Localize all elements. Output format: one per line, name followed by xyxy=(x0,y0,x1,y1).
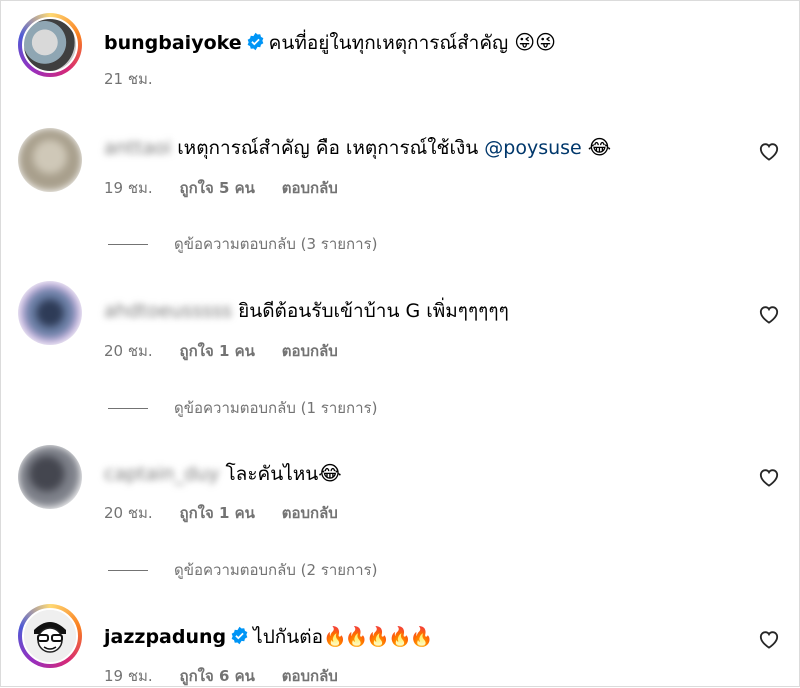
verified-badge-icon xyxy=(247,32,263,51)
timestamp[interactable]: 19 ชม. xyxy=(104,667,153,685)
likes-count[interactable]: ถูกใจ 1 คน xyxy=(179,342,254,360)
timestamp[interactable]: 20 ชม. xyxy=(104,504,153,522)
reply-button[interactable]: ตอบกลับ xyxy=(282,667,338,685)
fire-emojis: 🔥🔥🔥🔥🔥 xyxy=(323,626,433,648)
likes-count[interactable]: ถูกใจ 6 คน xyxy=(179,667,254,685)
view-replies-button[interactable]: ดูข้อความตอบกลับ (2 รายการ) xyxy=(108,558,377,582)
comment-emoji: 😂 xyxy=(318,461,342,485)
view-replies-label: ดูข้อความตอบกลับ (2 รายการ) xyxy=(174,561,378,579)
comment-text: โละคันไหน xyxy=(225,463,319,485)
caption-emoji: 😜😜 xyxy=(514,30,556,54)
avatar[interactable] xyxy=(18,445,82,509)
avatar[interactable] xyxy=(18,128,82,192)
avatar[interactable] xyxy=(18,13,82,77)
likes-count[interactable]: ถูกใจ 5 คน xyxy=(179,179,254,197)
reply-button[interactable]: ตอบกลับ xyxy=(282,179,338,197)
comment-text: ไปกันต่อ xyxy=(253,626,323,648)
view-replies-button[interactable]: ดูข้อความตอบกลับ (1 รายการ) xyxy=(108,396,377,420)
username[interactable]: captain_duy xyxy=(104,463,219,485)
username[interactable]: bungbaiyoke xyxy=(104,32,242,54)
avatar[interactable] xyxy=(18,281,82,345)
verified-badge-icon xyxy=(231,626,248,645)
comment-text: เหตุการณ์สำคัญ คือ เหตุการณ์ใช้เงิน xyxy=(177,137,479,159)
view-replies-label: ดูข้อความตอบกลับ (3 รายการ) xyxy=(174,235,378,253)
username[interactable]: ahdtoeusssss xyxy=(104,300,232,322)
username[interactable]: anttaoi xyxy=(104,137,171,159)
avatar-illustration xyxy=(24,610,76,662)
divider xyxy=(108,244,148,245)
heart-outline-icon[interactable] xyxy=(758,141,780,161)
heart-outline-icon[interactable] xyxy=(758,304,780,324)
view-replies-button[interactable]: ดูข้อความตอบกลับ (3 รายการ) xyxy=(108,232,377,256)
divider xyxy=(108,570,148,571)
caption-text: คนที่อยู่ในทุกเหตุการณ์สำคัญ xyxy=(268,32,509,54)
timestamp[interactable]: 21 ชม. xyxy=(104,70,153,88)
comment-emoji: 😂 xyxy=(587,135,612,159)
divider xyxy=(108,408,148,409)
avatar[interactable] xyxy=(18,604,82,668)
heart-outline-icon[interactable] xyxy=(758,467,780,487)
timestamp[interactable]: 19 ชม. xyxy=(104,179,153,197)
comment-text: ยินดีต้อนรับเข้าบ้าน G เพิ่มๆๆๆๆๆ xyxy=(238,300,509,322)
heart-outline-icon[interactable] xyxy=(758,629,780,649)
mention-link[interactable]: @poysuse xyxy=(484,137,581,159)
timestamp[interactable]: 20 ชม. xyxy=(104,342,153,360)
reply-button[interactable]: ตอบกลับ xyxy=(282,504,338,522)
likes-count[interactable]: ถูกใจ 1 คน xyxy=(179,504,254,522)
reply-button[interactable]: ตอบกลับ xyxy=(282,342,338,360)
username[interactable]: jazzpadung xyxy=(104,626,226,648)
view-replies-label: ดูข้อความตอบกลับ (1 รายการ) xyxy=(174,399,378,417)
